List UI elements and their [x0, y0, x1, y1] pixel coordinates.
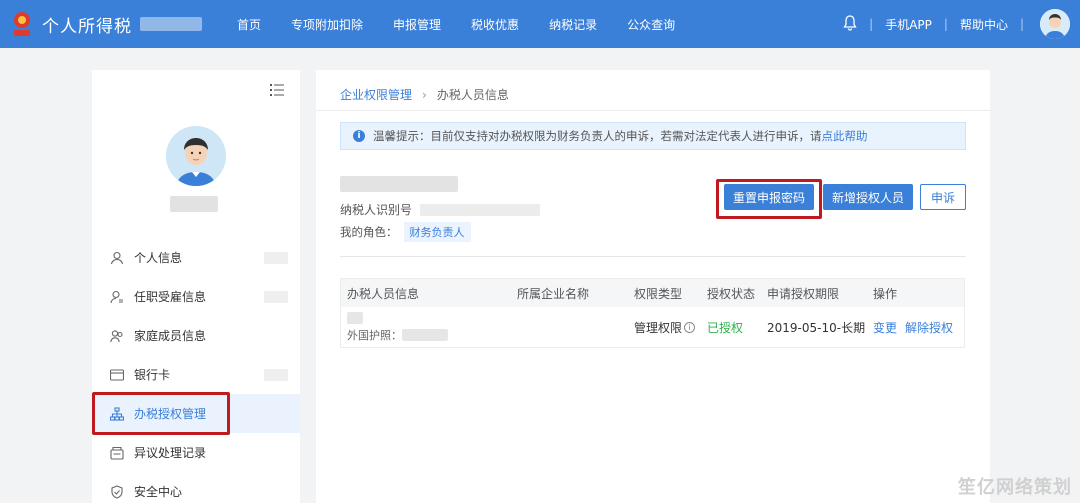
employment-icon: [110, 290, 124, 304]
nav-public-query[interactable]: 公众查询: [627, 16, 675, 33]
add-authorized-person-button[interactable]: 新增授权人员: [823, 184, 913, 210]
sidebar-item-label: 个人信息: [134, 251, 183, 265]
watermark: 笙亿网络策划: [958, 477, 1072, 498]
tax-emblem-icon: [10, 9, 34, 39]
sidebar-menu: 个人信息 任职受雇信息 家庭成员信息 银行卡 办税授权管理 异议处理记录 安全中…: [92, 238, 300, 503]
info-icon: i: [353, 130, 365, 142]
sidebar-item-label: 家庭成员信息: [134, 329, 207, 343]
bell-icon[interactable]: [843, 14, 857, 34]
redacted-value: [264, 251, 288, 264]
authorized-persons-table: 办税人员信息 所属企业名称 权限类型 授权状态 申请授权期限 操作 外国护照： …: [340, 278, 965, 348]
change-link[interactable]: 变更: [873, 319, 897, 336]
main-panel: 企业权限管理 › 办税人员信息 i 温馨提示：目前仅支持对办税权限为财务负责人的…: [316, 70, 990, 503]
user-icon: [110, 251, 124, 265]
sidebar-item-objection-records[interactable]: 异议处理记录: [92, 433, 300, 472]
role-label: 我的角色：: [340, 225, 398, 239]
divider: [316, 110, 990, 111]
person-name-redacted: [347, 311, 363, 324]
profile-avatar: [166, 126, 226, 186]
highlight-box-reset: [716, 179, 822, 219]
id-number-redacted: [402, 328, 448, 341]
appeal-button[interactable]: 申诉: [920, 184, 966, 210]
nav-special-deduction[interactable]: 专项附加扣除: [291, 16, 363, 33]
brand-region-redacted: [140, 17, 202, 31]
role-row: 我的角色： 财务负责人: [340, 222, 471, 242]
separator: |: [943, 17, 948, 31]
family-icon: [110, 329, 124, 343]
top-navbar: 个人所得税 首页 专项附加扣除 申报管理 税收优惠 纳税记录 公众查询 | 手机…: [0, 0, 1080, 48]
sidebar-item-bank-card[interactable]: 银行卡: [92, 355, 300, 394]
nav-home[interactable]: 首页: [237, 16, 261, 33]
site-logo[interactable]: 个人所得税: [10, 9, 225, 39]
column-header: 所属企业名称: [517, 286, 590, 301]
column-header: 办税人员信息: [347, 286, 420, 301]
separator: |: [869, 17, 874, 31]
highlight-box-sidebar: [92, 392, 230, 435]
column-header: 权限类型: [634, 286, 683, 301]
notice-help-link[interactable]: 点此帮助: [822, 128, 868, 144]
objection-icon: [110, 446, 124, 460]
separator: |: [1019, 17, 1024, 31]
sidebar-item-family[interactable]: 家庭成员信息: [92, 316, 300, 355]
sidebar-item-label: 安全中心: [134, 485, 183, 499]
status-badge: 已授权: [707, 320, 744, 335]
redacted-value: [264, 368, 288, 381]
main-nav: 首页 专项附加扣除 申报管理 税收优惠 纳税记录 公众查询: [225, 16, 705, 33]
table-header: 办税人员信息 所属企业名称 权限类型 授权状态 申请授权期限 操作: [341, 279, 964, 307]
breadcrumb-parent[interactable]: 企业权限管理: [340, 86, 412, 103]
chevron-right-icon: ›: [422, 87, 427, 102]
mobile-app-link[interactable]: 手机APP: [885, 16, 932, 33]
sidebar-item-label: 任职受雇信息: [134, 290, 207, 304]
sidebar-item-security-center[interactable]: 安全中心: [92, 472, 300, 503]
nav-tax-records[interactable]: 纳税记录: [549, 16, 597, 33]
sidebar-item-personal-info[interactable]: 个人信息: [92, 238, 300, 277]
shield-icon: [110, 484, 124, 499]
permission-cell: 管理权限 i: [634, 307, 696, 347]
taxpayer-id-row: 纳税人识别号: [340, 201, 541, 218]
role-tag: 财务负责人: [403, 222, 471, 242]
info-circle-icon[interactable]: i: [684, 321, 696, 333]
permission-type: 管理权限: [634, 320, 683, 335]
column-header: 申请授权期限: [767, 286, 840, 301]
auth-period: 2019-05-10-长期: [767, 320, 866, 335]
help-center-link[interactable]: 帮助中心: [960, 16, 1008, 33]
redacted-value: [264, 290, 288, 303]
nav-tax-incentive[interactable]: 税收优惠: [471, 16, 519, 33]
id-type-label: 外国护照：: [347, 328, 402, 342]
menu-list-icon[interactable]: [270, 84, 284, 96]
breadcrumb: 企业权限管理 › 办税人员信息: [340, 86, 509, 103]
sidebar-item-employment[interactable]: 任职受雇信息: [92, 277, 300, 316]
nav-declaration[interactable]: 申报管理: [393, 16, 441, 33]
revoke-authorization-link[interactable]: 解除授权: [905, 319, 953, 336]
sidebar-item-label: 银行卡: [134, 368, 171, 382]
person-info-cell: 外国护照：: [347, 307, 448, 347]
bank-card-icon: [110, 368, 124, 382]
table-row: 外国护照： 管理权限 i 已授权 2019-05-10-长期 变更 解除授权: [341, 307, 964, 347]
taxpayer-id-label: 纳税人识别号: [340, 203, 413, 217]
breadcrumb-current: 办税人员信息: [436, 88, 509, 102]
topbar-right: | 手机APP | 帮助中心 |: [843, 0, 1070, 48]
column-header: 授权状态: [707, 286, 756, 301]
brand-title: 个人所得税: [42, 16, 132, 37]
user-avatar[interactable]: [1040, 9, 1070, 39]
sidebar-item-label: 异议处理记录: [134, 446, 207, 460]
operations-cell: 变更 解除授权: [873, 307, 961, 347]
column-header: 操作: [873, 286, 898, 301]
divider: [340, 256, 966, 257]
taxpayer-id-redacted: [420, 203, 541, 216]
profile-name-redacted: [170, 196, 218, 212]
company-name-redacted: [340, 176, 458, 192]
sidebar: 个人信息 任职受雇信息 家庭成员信息 银行卡 办税授权管理 异议处理记录 安全中…: [92, 70, 300, 503]
notice-text: 温馨提示：目前仅支持对办税权限为财务负责人的申诉，若需对法定代表人进行申诉，请: [373, 129, 822, 143]
notice-banner: i 温馨提示：目前仅支持对办税权限为财务负责人的申诉，若需对法定代表人进行申诉，…: [340, 122, 966, 150]
